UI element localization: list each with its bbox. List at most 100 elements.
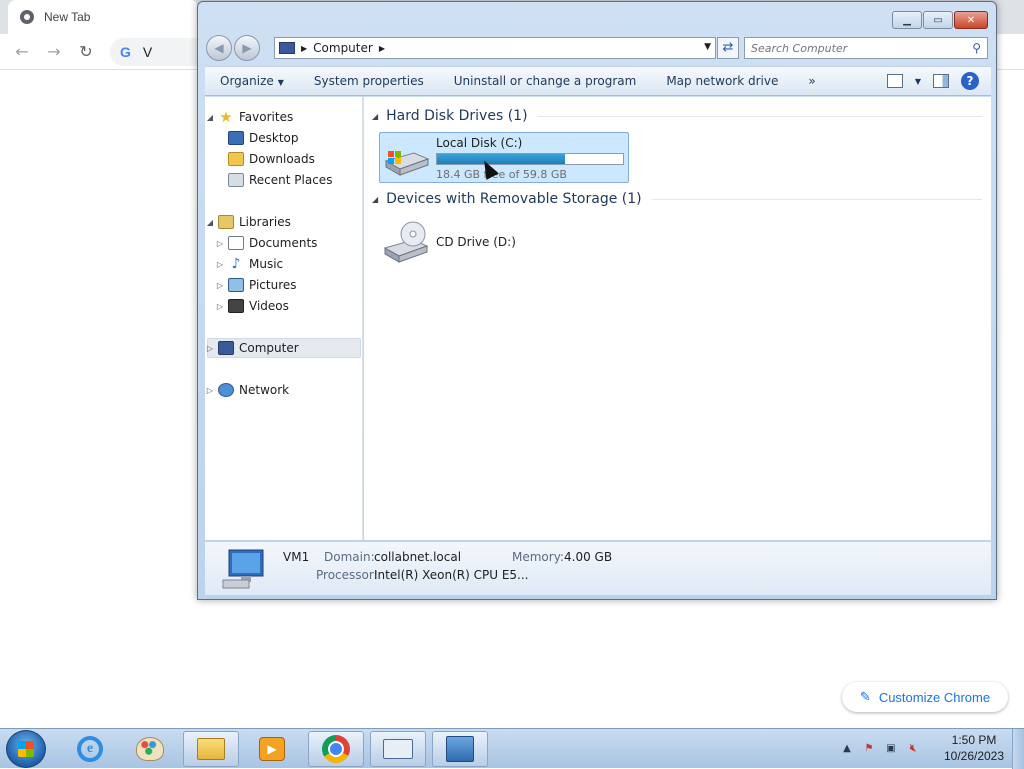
breadcrumb-arrow-icon[interactable]: ▶	[301, 44, 307, 53]
collapsed-arrow-icon[interactable]: ▷	[215, 302, 225, 311]
collapsed-arrow-icon[interactable]: ▷	[215, 239, 225, 248]
uninstall-program-button[interactable]: Uninstall or change a program	[439, 74, 652, 88]
nav-desktop-label: Desktop	[249, 131, 299, 145]
documents-icon	[228, 236, 244, 250]
maximize-button[interactable]: ▭	[923, 11, 953, 29]
nav-downloads-label: Downloads	[249, 152, 315, 166]
view-controls: ▼ ?	[886, 72, 979, 90]
minimize-button[interactable]: ▁	[892, 11, 922, 29]
nav-computer[interactable]: ▷ Computer	[205, 338, 299, 358]
more-commands-button[interactable]: »	[793, 74, 830, 88]
group-collapse-arrow-icon[interactable]: ◢	[372, 112, 378, 121]
volume-muted-icon[interactable]: 🔇︎	[906, 742, 920, 756]
libraries-icon	[218, 215, 234, 229]
show-desktop-button[interactable]	[1012, 729, 1024, 769]
preview-pane-icon[interactable]	[933, 74, 949, 88]
recent-places-icon	[228, 173, 244, 187]
star-icon: ★	[219, 108, 233, 126]
map-network-drive-button[interactable]: Map network drive	[651, 74, 793, 88]
expanded-arrow-icon[interactable]: ◢	[205, 113, 215, 122]
taskbar-internet-explorer[interactable]: e	[62, 731, 118, 767]
nav-pictures[interactable]: ▷ Pictures	[215, 275, 297, 295]
network-tool-icon	[446, 736, 474, 762]
details-pane: VM1 Domain: collabnet.local Memory: 4.00…	[205, 541, 991, 595]
cd-drive-icon	[383, 221, 429, 263]
window-controls: ▁ ▭ ✕	[892, 11, 988, 29]
search-input[interactable]	[751, 41, 959, 55]
refresh-button[interactable]: ⇄	[717, 37, 739, 59]
search-box[interactable]: ⚲	[744, 37, 988, 59]
address-bar[interactable]: ▶ Computer ▶ ▼	[274, 37, 716, 59]
group-header-hard-disks[interactable]: ◢ Hard Disk Drives (1)	[372, 108, 982, 124]
network-status-icon[interactable]: ▣	[884, 742, 898, 756]
nav-documents[interactable]: ▷ Documents	[215, 233, 317, 253]
nav-recent-places-label: Recent Places	[249, 173, 333, 187]
chrome-tab-title: New Tab	[44, 10, 91, 24]
local-disk-c-tile[interactable]: Local Disk (C:) 18.4 GB free of 59.8 GB	[379, 132, 629, 183]
help-icon[interactable]: ?	[961, 72, 979, 90]
nav-documents-label: Documents	[249, 236, 318, 250]
nav-music[interactable]: ▷ ♪ Music	[215, 254, 283, 274]
forward-button[interactable]: ▶	[234, 35, 260, 61]
nav-videos[interactable]: ▷ Videos	[215, 296, 289, 316]
taskbar-windows-explorer[interactable]	[183, 731, 239, 767]
action-center-warning-icon[interactable]: ⚑	[862, 742, 876, 756]
system-properties-button[interactable]: System properties	[299, 74, 439, 88]
taskbar-paint[interactable]	[122, 731, 178, 767]
content-pane: ◢ Hard Disk Drives (1) Local Disk (C:) 1…	[364, 97, 991, 540]
back-arrow-icon[interactable]: ←	[12, 42, 32, 62]
start-button[interactable]	[6, 730, 46, 768]
group-header-removable[interactable]: ◢ Devices with Removable Storage (1)	[372, 191, 982, 207]
forward-arrow-icon[interactable]: →	[44, 42, 64, 62]
taskbar-media-player[interactable]: ▶	[244, 731, 300, 767]
collapsed-arrow-icon[interactable]: ▷	[215, 260, 225, 269]
nav-favorites[interactable]: ◢ ★ Favorites	[205, 107, 293, 127]
media-player-icon: ▶	[259, 737, 285, 761]
breadcrumb-computer[interactable]: Computer	[313, 41, 373, 55]
close-button[interactable]: ✕	[954, 11, 988, 29]
chevron-down-icon: ▼	[277, 78, 284, 87]
cd-drive-d-tile[interactable]: CD Drive (D:)	[379, 218, 579, 266]
expanded-arrow-icon[interactable]: ◢	[205, 218, 215, 227]
domain-value: collabnet.local	[374, 550, 462, 564]
nav-libraries-label: Libraries	[239, 215, 291, 229]
collapsed-arrow-icon[interactable]: ▷	[205, 344, 215, 353]
desktop-icon	[228, 131, 244, 145]
nav-desktop[interactable]: Desktop	[225, 128, 299, 148]
chevron-down-icon[interactable]: ▼	[915, 77, 921, 86]
address-dropdown-icon[interactable]: ▼	[704, 42, 711, 52]
pictures-icon	[228, 278, 244, 292]
processor-value: Intel(R) Xeon(R) CPU E5...	[374, 568, 529, 582]
customize-chrome-button[interactable]: ✎ Customize Chrome	[842, 682, 1008, 712]
group-collapse-arrow-icon[interactable]: ◢	[372, 195, 378, 204]
customize-chrome-label: Customize Chrome	[878, 689, 991, 705]
reload-icon[interactable]: ↻	[76, 42, 96, 62]
clock-time: 1:50 PM	[951, 733, 997, 747]
nav-network[interactable]: ▷ Network	[205, 380, 289, 400]
windows-explorer-icon	[197, 738, 225, 760]
memory-label: Memory:	[512, 550, 564, 564]
change-view-icon[interactable]	[886, 74, 903, 88]
nav-recent-places[interactable]: Recent Places	[225, 170, 332, 190]
show-hidden-icons-arrow-icon[interactable]: ▲	[840, 742, 854, 756]
breadcrumb-arrow-icon[interactable]: ▶	[379, 44, 385, 53]
back-button[interactable]: ◀	[206, 35, 232, 61]
organize-label: Organize	[220, 74, 274, 88]
taskbar-network-tool[interactable]	[432, 731, 488, 767]
collapsed-arrow-icon[interactable]: ▷	[215, 281, 225, 290]
nav-libraries[interactable]: ◢ Libraries	[205, 212, 291, 232]
nav-network-label: Network	[239, 383, 290, 397]
chrome-tab-new-tab[interactable]: New Tab	[8, 0, 198, 34]
domain-label: Domain:	[324, 550, 375, 564]
computer-monitor-icon	[222, 549, 264, 589]
disk-usage-bar	[436, 153, 624, 165]
nav-computer-label: Computer	[239, 341, 299, 355]
taskbar-on-screen-keyboard[interactable]	[370, 731, 426, 767]
taskbar-chrome[interactable]	[308, 731, 364, 767]
organize-button[interactable]: Organize ▼	[205, 74, 299, 88]
clock[interactable]: 1:50 PM 10/26/2023	[938, 732, 1010, 764]
nav-downloads[interactable]: Downloads	[225, 149, 315, 169]
collapsed-arrow-icon[interactable]: ▷	[205, 386, 215, 395]
nav-favorites-label: Favorites	[239, 110, 294, 124]
search-icon[interactable]: ⚲	[972, 41, 981, 55]
